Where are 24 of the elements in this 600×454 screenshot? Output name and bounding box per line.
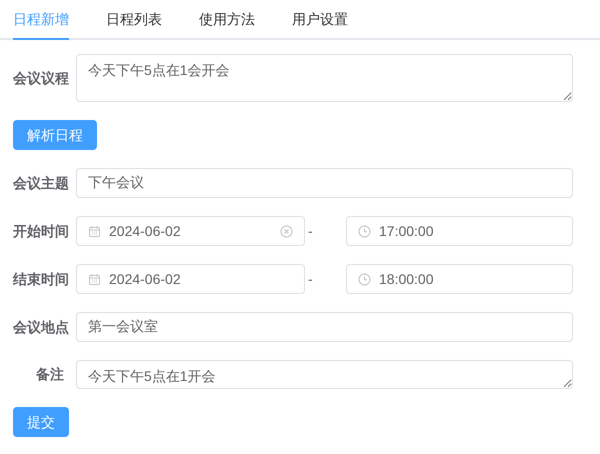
field-label: 开始时间 bbox=[13, 222, 70, 240]
calendar-icon bbox=[88, 224, 101, 238]
text-area[interactable]: 今天下午5点在1会开会 bbox=[76, 54, 573, 102]
field-label: 备注 bbox=[35, 365, 65, 384]
separator-text: - bbox=[307, 270, 314, 288]
clear-icon bbox=[280, 224, 293, 238]
tab[interactable]: 日程列表 bbox=[106, 0, 162, 40]
input-field[interactable]: 第一会议室 bbox=[76, 312, 573, 342]
input-field[interactable]: 下午会议 bbox=[76, 168, 573, 198]
field-label: 结束时间 bbox=[13, 270, 70, 288]
field-label: 会议议程 bbox=[13, 68, 70, 88]
text-area[interactable]: 今天下午5点在1开会 bbox=[76, 360, 573, 389]
calendar-icon bbox=[88, 272, 101, 286]
tab[interactable]: 用户设置 bbox=[292, 0, 348, 40]
field-label: 会议地点 bbox=[13, 318, 70, 337]
separator-text: - bbox=[307, 222, 314, 240]
tab[interactable]: 使用方法 bbox=[199, 0, 255, 40]
time-field[interactable]: 18:00:00 bbox=[346, 264, 573, 294]
date-field[interactable]: 2024-06-02 bbox=[76, 216, 305, 246]
clock-icon bbox=[358, 272, 371, 286]
date-field[interactable]: 2024-06-02 bbox=[76, 264, 305, 294]
time-field[interactable]: 17:00:00 bbox=[346, 216, 573, 246]
field-label: 会议主题 bbox=[13, 174, 70, 192]
clock-icon bbox=[358, 224, 371, 238]
